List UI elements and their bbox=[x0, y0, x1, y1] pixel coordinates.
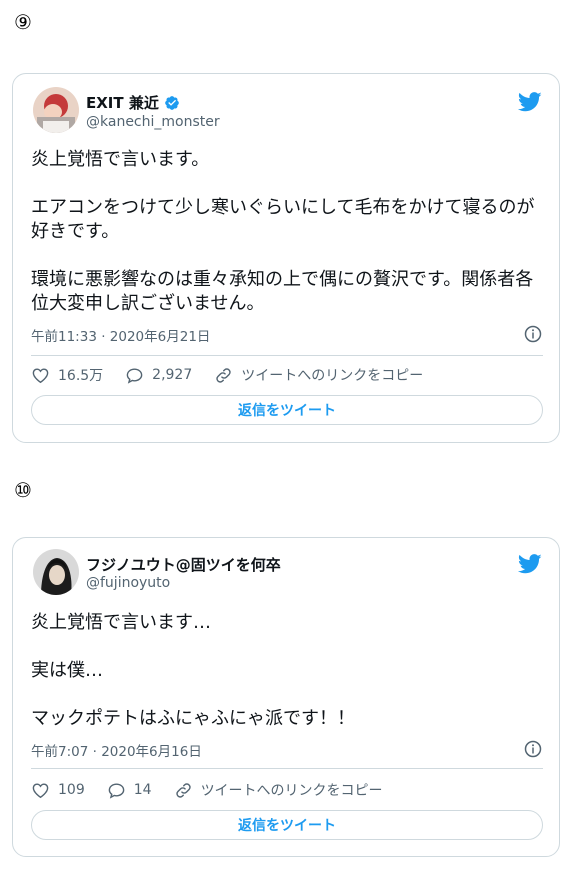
section-number-9: ⑨ bbox=[14, 10, 32, 34]
display-name[interactable]: フジノユウト@固ツイを何卒 bbox=[86, 554, 281, 575]
like-count: 109 bbox=[58, 782, 85, 798]
tweet-paragraph: エアコンをつけて少し寒いぐらいにして毛布をかけて寝るのが好きです。 bbox=[31, 197, 535, 242]
copy-link-action[interactable]: ツイートへのリンクをコピー bbox=[214, 365, 423, 385]
tweet-paragraph: 環境に悪影響なのは重々承知の上で偶にの贅沢です。関係者各位大変申し訳ございません… bbox=[31, 269, 534, 314]
display-name[interactable]: EXIT 兼近 bbox=[86, 92, 159, 113]
tweet-paragraph: 実は僕… bbox=[31, 660, 103, 681]
like-action[interactable]: 16.5万 bbox=[31, 365, 103, 385]
divider bbox=[31, 355, 543, 356]
heart-icon bbox=[32, 367, 49, 383]
reply-tweet-button[interactable]: 返信をツイート bbox=[31, 810, 543, 840]
timestamp[interactable]: 午前11:33 · 2020年6月21日 bbox=[31, 325, 210, 345]
reply-count: 14 bbox=[133, 782, 152, 798]
copy-link-label: ツイートへのリンクをコピー bbox=[241, 368, 424, 384]
verified-badge-icon bbox=[165, 95, 179, 110]
tweet-paragraph: 炎上覚悟で言います。 bbox=[31, 149, 210, 170]
link-icon bbox=[216, 367, 231, 383]
reply-icon bbox=[126, 367, 143, 384]
info-icon[interactable] bbox=[524, 325, 542, 343]
heart-icon bbox=[32, 782, 49, 798]
copy-link-action[interactable]: ツイートへのリンクをコピー bbox=[174, 780, 383, 800]
like-action[interactable]: 109 bbox=[31, 781, 85, 800]
avatar[interactable] bbox=[33, 87, 79, 133]
like-count: 16.5万 bbox=[58, 368, 104, 384]
reply-icon bbox=[108, 782, 125, 799]
reply-action[interactable]: 14 bbox=[107, 781, 152, 800]
reply-tweet-button[interactable]: 返信をツイート bbox=[31, 395, 543, 425]
tweet-actions: 16.5万 2,927 ツイートへのリンクをコピー bbox=[31, 365, 445, 385]
tweet-text: 炎上覚悟で言います。 エアコンをつけて少し寒いぐらいにして毛布をかけて寝るのが好… bbox=[31, 148, 545, 316]
twitter-bird-icon[interactable] bbox=[518, 554, 542, 574]
twitter-bird-icon[interactable] bbox=[518, 92, 542, 112]
timestamp[interactable]: 午前7:07 · 2020年6月16日 bbox=[31, 740, 202, 760]
divider bbox=[31, 768, 543, 769]
tweet-card-fujinoyuto[interactable]: フジノユウト@固ツイを何卒 @fujinoyuto 炎上覚悟で言います… 実は僕… bbox=[12, 537, 560, 857]
section-number-10: ⑩ bbox=[14, 478, 32, 502]
reply-action[interactable]: 2,927 bbox=[125, 366, 192, 385]
tweet-text: 炎上覚悟で言います… 実は僕… マックポテトはふにゃふにゃ派です！！ bbox=[31, 611, 545, 731]
avatar[interactable] bbox=[33, 549, 79, 595]
tweet-actions: 109 14 ツイートへのリンクをコピー bbox=[31, 780, 405, 800]
link-icon bbox=[175, 782, 191, 798]
info-icon[interactable] bbox=[524, 740, 542, 758]
copy-link-label: ツイートへのリンクをコピー bbox=[200, 783, 383, 799]
handle[interactable]: @kanechi_monster bbox=[86, 114, 220, 130]
tweet-card-exit-kanechi[interactable]: EXIT 兼近 @kanechi_monster 炎上覚悟で言います。 エアコン… bbox=[12, 73, 560, 443]
tweet-paragraph: 炎上覚悟で言います… bbox=[31, 612, 211, 633]
reply-count: 2,927 bbox=[152, 367, 193, 383]
handle[interactable]: @fujinoyuto bbox=[86, 575, 170, 591]
tweet-paragraph: マックポテトはふにゃふにゃ派です！！ bbox=[31, 708, 355, 729]
